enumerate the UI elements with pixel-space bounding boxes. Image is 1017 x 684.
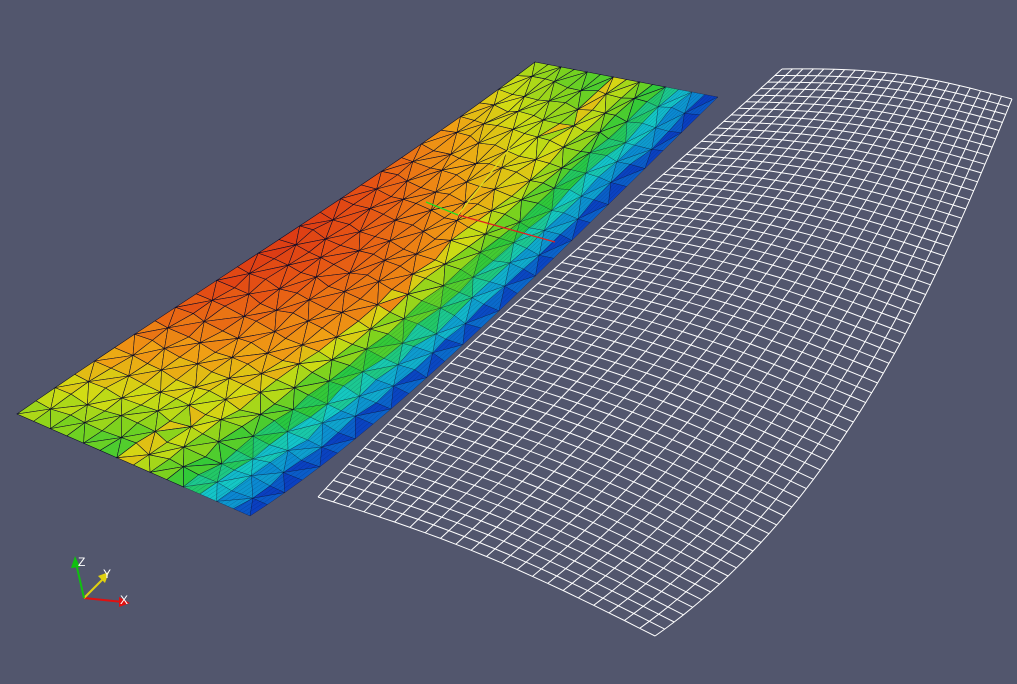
wireframe-line	[458, 355, 807, 490]
wireframe-line	[529, 290, 866, 404]
orient-axis-y	[83, 576, 106, 599]
wireframe-line	[418, 392, 770, 535]
orient-axis-x	[83, 597, 124, 603]
3d-scene[interactable]: X Y Z	[0, 0, 1017, 684]
wireframe-line	[561, 262, 890, 364]
orient-label-y: Y	[103, 567, 111, 581]
wireframe-line	[745, 101, 996, 140]
wireframe-line	[774, 75, 1010, 108]
wireframe-line	[716, 127, 982, 174]
wireframe-line	[340, 471, 684, 616]
wireframe-line	[513, 304, 854, 423]
wireframe-line	[781, 68, 1013, 100]
orient-label-x: X	[120, 593, 128, 607]
wireframe-line	[474, 340, 821, 471]
wireframe-line	[379, 431, 729, 577]
render-viewport[interactable]: X Y Z	[0, 0, 1017, 684]
wireframe-line	[760, 88, 1003, 123]
colored-triangle-mesh	[16, 61, 719, 517]
orientation-axes-widget[interactable]: X Y Z	[71, 555, 130, 607]
wireframe-line	[317, 496, 656, 637]
wireframe-line	[639, 96, 1002, 629]
wireframe-line	[395, 415, 746, 560]
wireframe-line	[325, 488, 665, 630]
wireframe-line	[553, 269, 884, 374]
wireframe-line	[767, 81, 1006, 115]
wireframe-line	[333, 479, 675, 623]
wireframe-line	[466, 347, 814, 480]
orient-label-z: Z	[78, 555, 85, 569]
wireframe-line	[402, 408, 754, 552]
wireframe-line	[387, 423, 737, 569]
wireframe-line	[723, 120, 986, 165]
wireframe-line	[569, 255, 895, 354]
